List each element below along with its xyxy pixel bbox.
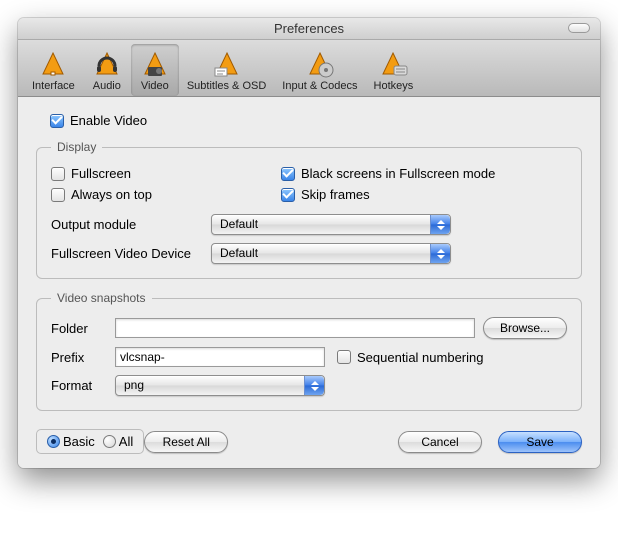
all-radio[interactable] xyxy=(103,435,116,448)
folder-input[interactable] xyxy=(115,318,475,338)
always-on-top-label: Always on top xyxy=(71,187,152,202)
prefix-input[interactable] xyxy=(115,347,325,367)
fullscreen-device-value: Default xyxy=(220,246,258,260)
mode-basic[interactable]: Basic xyxy=(47,434,95,449)
subtitles-icon xyxy=(211,48,243,80)
tab-label: Input & Codecs xyxy=(282,80,357,92)
footer: Basic All Reset All Cancel Save xyxy=(36,429,582,454)
skip-frames-option[interactable]: Skip frames xyxy=(281,187,567,202)
tab-video[interactable]: Video xyxy=(131,44,179,96)
sequential-checkbox[interactable] xyxy=(337,350,351,364)
save-button[interactable]: Save xyxy=(498,431,582,453)
tab-subtitles-osd[interactable]: Subtitles & OSD xyxy=(179,44,274,96)
format-select[interactable]: png xyxy=(115,375,325,396)
snapshots-legend: Video snapshots xyxy=(51,291,152,305)
interface-icon xyxy=(37,48,69,80)
output-module-label: Output module xyxy=(51,217,211,232)
browse-button[interactable]: Browse... xyxy=(483,317,567,339)
tab-label: Interface xyxy=(32,80,75,92)
preferences-window: Preferences Interface Audio Video Subtit… xyxy=(18,18,600,468)
tab-label: Video xyxy=(141,80,169,92)
format-label: Format xyxy=(51,378,107,393)
tab-hotkeys[interactable]: Hotkeys xyxy=(366,44,422,96)
skip-frames-checkbox[interactable] xyxy=(281,188,295,202)
audio-icon xyxy=(91,48,123,80)
fullscreen-label: Fullscreen xyxy=(71,166,131,181)
folder-label: Folder xyxy=(51,321,107,336)
window-title: Preferences xyxy=(274,21,344,36)
select-arrows-icon xyxy=(430,215,450,234)
output-module-select[interactable]: Default xyxy=(211,214,451,235)
black-screens-option[interactable]: Black screens in Fullscreen mode xyxy=(281,166,567,181)
tab-input-codecs[interactable]: Input & Codecs xyxy=(274,44,365,96)
all-label: All xyxy=(119,434,133,449)
mode-all[interactable]: All xyxy=(103,434,133,449)
fullscreen-device-label: Fullscreen Video Device xyxy=(51,246,211,261)
window-pill-button[interactable] xyxy=(568,23,590,33)
black-screens-checkbox[interactable] xyxy=(281,167,295,181)
select-arrows-icon xyxy=(304,376,324,395)
enable-video-checkbox[interactable] xyxy=(50,114,64,128)
basic-label: Basic xyxy=(63,434,95,449)
content-area: Enable Video Display Fullscreen Black sc… xyxy=(18,97,600,468)
skip-frames-label: Skip frames xyxy=(301,187,370,202)
prefix-label: Prefix xyxy=(51,350,107,365)
video-icon xyxy=(139,48,171,80)
titlebar: Preferences xyxy=(18,18,600,40)
always-on-top-option[interactable]: Always on top xyxy=(51,187,281,202)
tab-audio[interactable]: Audio xyxy=(83,44,131,96)
sequential-option[interactable]: Sequential numbering xyxy=(337,350,483,365)
tab-label: Subtitles & OSD xyxy=(187,80,266,92)
display-group: Display Fullscreen Black screens in Full… xyxy=(36,140,582,279)
snapshots-group: Video snapshots Folder Browse... Prefix … xyxy=(36,291,582,411)
tab-label: Audio xyxy=(93,80,121,92)
fullscreen-device-select[interactable]: Default xyxy=(211,243,451,264)
output-module-value: Default xyxy=(220,217,258,231)
mode-toggle: Basic All xyxy=(36,429,144,454)
cancel-button[interactable]: Cancel xyxy=(398,431,482,453)
sequential-label: Sequential numbering xyxy=(357,350,483,365)
always-on-top-checkbox[interactable] xyxy=(51,188,65,202)
basic-radio[interactable] xyxy=(47,435,60,448)
enable-video-row: Enable Video xyxy=(50,113,582,128)
tab-interface[interactable]: Interface xyxy=(24,44,83,96)
toolbar: Interface Audio Video Subtitles & OSD In… xyxy=(18,40,600,97)
tab-label: Hotkeys xyxy=(374,80,414,92)
fullscreen-option[interactable]: Fullscreen xyxy=(51,166,281,181)
reset-all-button[interactable]: Reset All xyxy=(144,431,228,453)
select-arrows-icon xyxy=(430,244,450,263)
black-screens-label: Black screens in Fullscreen mode xyxy=(301,166,495,181)
display-legend: Display xyxy=(51,140,102,154)
hotkeys-icon xyxy=(377,48,409,80)
enable-video-label: Enable Video xyxy=(70,113,147,128)
fullscreen-checkbox[interactable] xyxy=(51,167,65,181)
format-value: png xyxy=(124,378,144,392)
codecs-icon xyxy=(304,48,336,80)
